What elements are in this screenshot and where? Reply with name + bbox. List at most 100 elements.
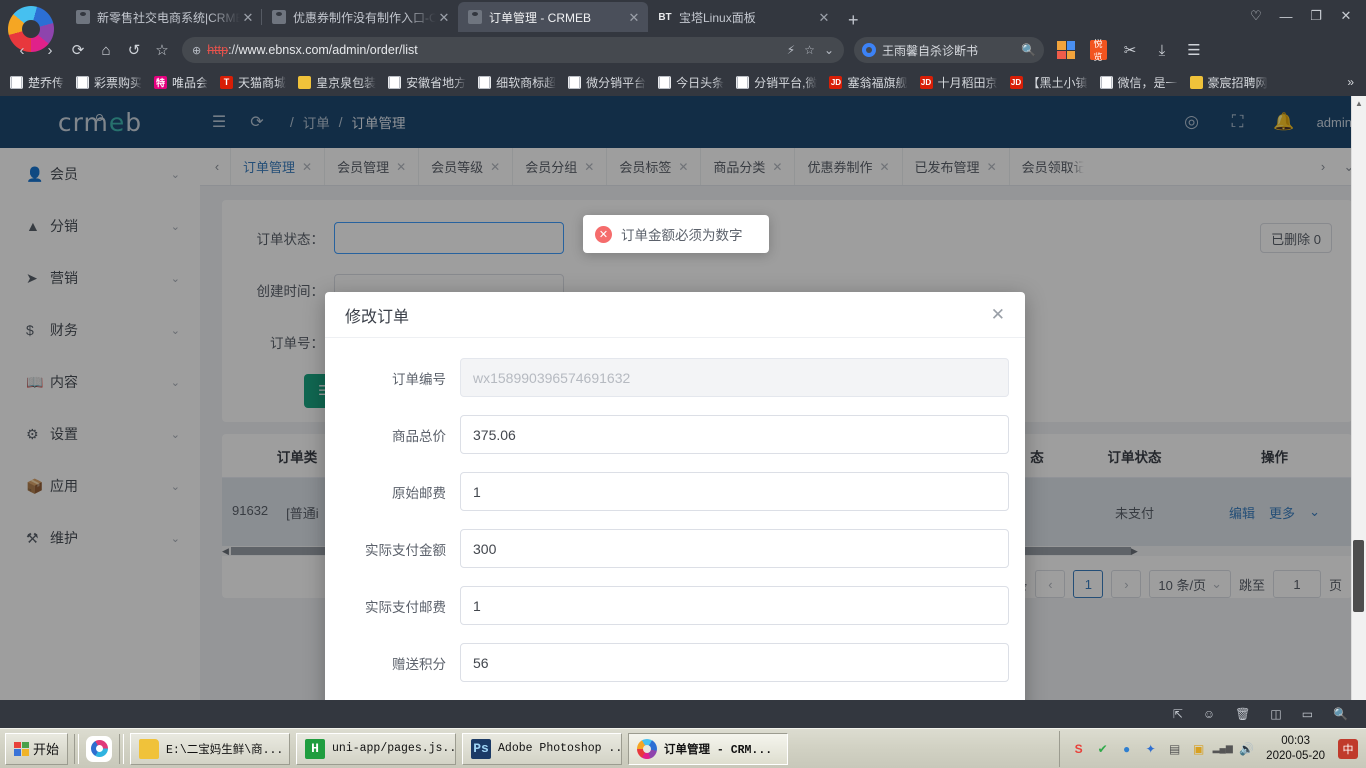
- bookmark-item[interactable]: 今日头条: [652, 71, 730, 93]
- browser-navbar: ‹ › ⟳ ⌂ ↺ ☆ ⊕ http :// www.ebnsx.com/adm…: [0, 32, 1366, 68]
- close-icon[interactable]: ✕: [816, 11, 832, 24]
- field-goods-total: 商品总价 375.06: [325, 415, 1025, 454]
- lightning-icon[interactable]: ⚡: [787, 43, 795, 57]
- forward-icon[interactable]: ›: [36, 36, 64, 64]
- signal-icon[interactable]: ▂▄▆: [1213, 740, 1233, 757]
- bookmark-item[interactable]: 安徽省地方: [382, 71, 472, 93]
- taskbar-window-label: uni-app/pages.js...: [332, 742, 457, 755]
- display-icon[interactable]: ▤: [1166, 740, 1183, 757]
- taskbar-window-hbuilder[interactable]: H uni-app/pages.js...: [296, 732, 457, 765]
- folder-tray-icon[interactable]: ▣: [1190, 740, 1207, 757]
- actual-paid-postage-input[interactable]: 1: [460, 586, 1009, 625]
- apps-grid-icon[interactable]: [1052, 36, 1080, 64]
- close-icon[interactable]: ✕: [991, 306, 1005, 323]
- original-postage-input[interactable]: 1: [460, 472, 1009, 511]
- close-icon[interactable]: ✕: [626, 11, 642, 24]
- chevron-down-icon[interactable]: ⌄: [824, 43, 834, 57]
- page-icon: [388, 75, 402, 89]
- bookmark-label: 彩票购买: [94, 75, 143, 90]
- qq-icon[interactable]: ●: [1118, 740, 1135, 757]
- reload-icon[interactable]: ⟳: [64, 36, 92, 64]
- scroll-up-icon[interactable]: ▲: [1352, 96, 1366, 111]
- bookmark-star-icon[interactable]: ☆: [148, 36, 176, 64]
- crmeb-favicon-icon: [272, 10, 286, 24]
- close-icon[interactable]: ✕: [436, 11, 452, 24]
- close-icon[interactable]: ✕: [240, 11, 256, 24]
- bookmark-item[interactable]: JD 塞翁福旗舰: [823, 71, 913, 93]
- bookmark-item[interactable]: 分销平台,微: [730, 71, 823, 93]
- split-screen-icon[interactable]: ◫: [1270, 707, 1281, 721]
- favorite-icon[interactable]: ☆: [804, 43, 815, 57]
- home-icon[interactable]: ⌂: [92, 36, 120, 64]
- bookmark-label: 唯品会: [172, 75, 209, 90]
- clock-time: 00:03: [1281, 735, 1310, 748]
- browser-tab[interactable]: 优惠券制作没有制作入口-CRMEB ✕: [261, 2, 458, 32]
- browser-toolbar-right: 悦览 ✂ ⤓ ☰: [1052, 36, 1208, 64]
- address-bar[interactable]: ⊕ http :// www.ebnsx.com/admin/order/lis…: [182, 37, 844, 63]
- actual-paid-amount-input[interactable]: 300: [460, 529, 1009, 568]
- bookmark-item[interactable]: JD 十月稻田京: [914, 71, 1004, 93]
- goods-total-input[interactable]: 375.06: [460, 415, 1009, 454]
- field-original-postage: 原始邮费 1: [325, 472, 1025, 511]
- new-tab-button[interactable]: +: [838, 11, 869, 32]
- reader-icon[interactable]: 悦览: [1084, 36, 1112, 64]
- bluetooth-icon[interactable]: ✦: [1142, 740, 1159, 757]
- sogou-icon[interactable]: S: [1070, 740, 1087, 757]
- search-input[interactable]: 王雨馨自杀诊断书 🔍: [854, 37, 1044, 63]
- smiley-icon[interactable]: ☺: [1203, 707, 1215, 721]
- taskbar-window-label: 订单管理 - CRM...: [664, 743, 773, 757]
- browser-chrome: 新零售社交电商系统|CRMEB官网 ✕ 优惠券制作没有制作入口-CRMEB ✕ …: [0, 0, 1366, 96]
- search-icon[interactable]: 🔍: [1021, 43, 1036, 57]
- zoom-icon[interactable]: 🔍: [1333, 707, 1348, 721]
- shield-icon[interactable]: ✔: [1094, 740, 1111, 757]
- field-label: 赠送积分: [392, 656, 446, 672]
- bookmark-item[interactable]: JD 【黑土小镇: [1004, 71, 1094, 93]
- start-button[interactable]: 开始: [5, 732, 69, 765]
- browser-icon: [637, 738, 658, 759]
- maximize-button[interactable]: ❐: [1302, 4, 1330, 28]
- bookmark-item[interactable]: 彩票购买: [70, 71, 148, 93]
- close-window-button[interactable]: ✕: [1332, 4, 1360, 28]
- trash-icon[interactable]: 🗑: [1235, 707, 1250, 721]
- bookmark-item[interactable]: 楚乔传: [4, 71, 70, 93]
- taskbar-window-explorer[interactable]: E:\二宝妈生鲜\商...: [130, 732, 291, 765]
- browser-tab[interactable]: BT 宝塔Linux面板 ✕: [648, 2, 838, 32]
- bookmarks-overflow-icon[interactable]: »: [1339, 75, 1362, 89]
- minimize-button[interactable]: —: [1272, 4, 1300, 28]
- bookmark-item[interactable]: 细软商标超: [472, 71, 562, 93]
- page-icon: [76, 75, 90, 89]
- browser-tab-active[interactable]: 订单管理 - CRMEB ✕: [458, 2, 648, 32]
- scrollbar-thumb[interactable]: [1353, 540, 1364, 612]
- window-mode-icon[interactable]: ▭: [1302, 707, 1313, 721]
- bookmark-item[interactable]: 微分销平台: [562, 71, 652, 93]
- dialog-body: 订单编号 wx158990396574691632 商品总价 375.06 原始…: [325, 338, 1025, 732]
- back-icon[interactable]: ‹: [8, 36, 36, 64]
- taskbar-divider: [74, 733, 80, 764]
- photoshop-icon: Ps: [471, 738, 492, 759]
- bookmark-item[interactable]: 豪宸招聘网: [1184, 71, 1274, 93]
- taskbar-window-photoshop[interactable]: Ps Adobe Photoshop ...: [462, 732, 623, 765]
- collections-icon[interactable]: ♡: [1242, 4, 1270, 28]
- bookmark-label: 今日头条: [676, 75, 725, 90]
- ime-indicator[interactable]: 中: [1338, 738, 1358, 759]
- gift-points-input[interactable]: 56: [460, 643, 1009, 682]
- field-label: 订单编号: [392, 371, 446, 387]
- bookmark-item[interactable]: 皇京泉包装: [292, 71, 382, 93]
- site-info-icon[interactable]: ⊕: [192, 44, 201, 57]
- bookmark-item[interactable]: 微信，是一: [1094, 71, 1184, 93]
- bookmark-item[interactable]: T 天猫商城: [214, 71, 292, 93]
- mouse-gesture-icon[interactable]: ⇱: [1173, 707, 1183, 721]
- quick-launch-browser-icon[interactable]: [82, 732, 116, 766]
- download-icon[interactable]: ⤓: [1148, 36, 1176, 64]
- search-query-text: 王雨馨自杀诊断书: [882, 43, 979, 58]
- page-scrollbar[interactable]: ▲ ▼: [1351, 96, 1366, 732]
- scissors-icon[interactable]: ✂: [1116, 36, 1144, 64]
- bookmark-item[interactable]: 特唯品会: [148, 71, 214, 93]
- menu-icon[interactable]: ☰: [1180, 36, 1208, 64]
- volume-icon[interactable]: 🔊: [1238, 740, 1255, 757]
- taskbar-window-browser[interactable]: 订单管理 - CRM...: [628, 732, 789, 765]
- taskbar-clock[interactable]: 00:03 2020-05-20: [1262, 734, 1331, 763]
- browser-tab[interactable]: 新零售社交电商系统|CRMEB官网 ✕: [66, 2, 262, 32]
- history-icon[interactable]: ↺: [120, 36, 148, 64]
- url-separator: ://: [228, 43, 239, 57]
